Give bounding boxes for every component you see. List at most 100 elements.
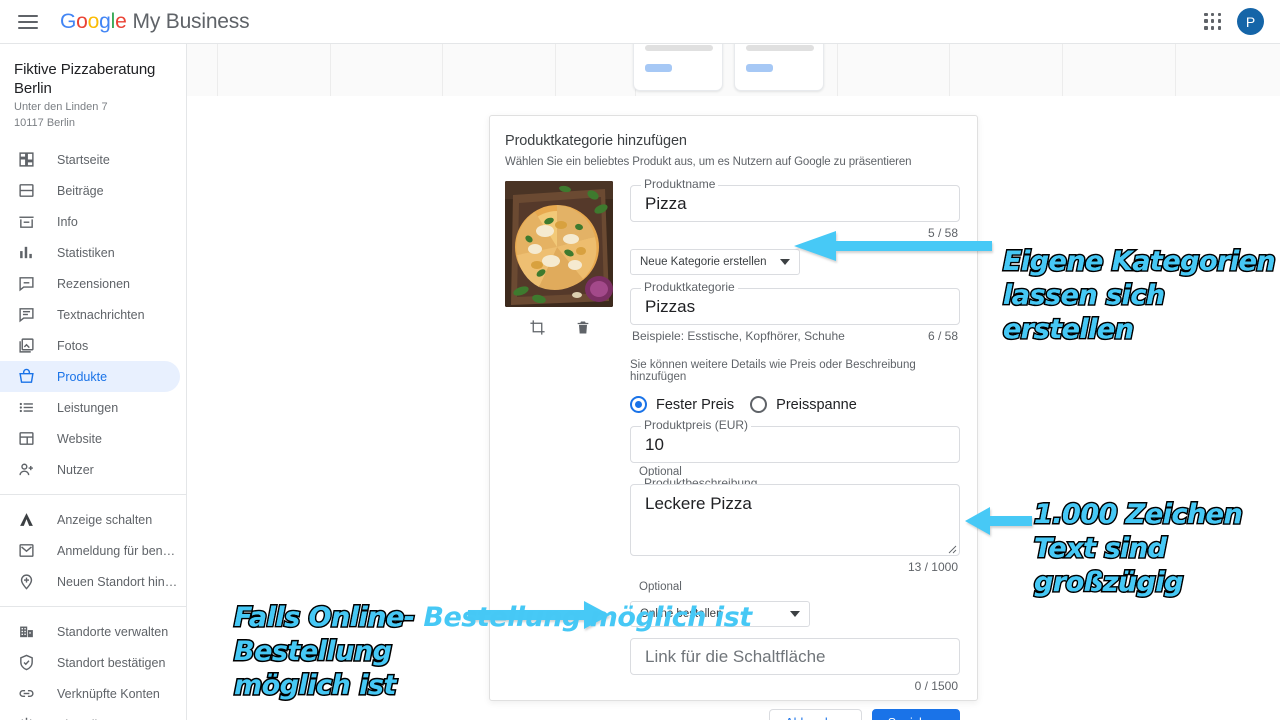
background-card xyxy=(734,44,824,91)
sidebar-item-anmeldung[interactable]: Anmeldung für benutzerdefini... xyxy=(0,535,180,566)
posts-icon xyxy=(17,181,36,200)
button-link-placeholder: Link für die Schaltfläche xyxy=(645,646,826,666)
gmail-envelope-icon xyxy=(17,541,36,560)
sidebar-item-nutzer[interactable]: Nutzer xyxy=(0,454,180,485)
sidebar-item-label: Standorte verwalten xyxy=(57,624,169,639)
annotation-line: erstellen xyxy=(1003,314,1134,345)
brand-logo: Google My Business xyxy=(60,10,250,34)
dialog-actions: Abbrechen Speichern xyxy=(630,709,960,720)
arrow-left-to-description-counter xyxy=(960,504,1032,538)
settings-gear-icon xyxy=(17,715,36,720)
sidebar-item-statistiken[interactable]: Statistiken xyxy=(0,237,180,268)
sidebar-item-label: Beiträge xyxy=(57,183,104,198)
sidebar-divider-1 xyxy=(0,494,186,495)
sidebar-item-anzeige-schalten[interactable]: Anzeige schalten xyxy=(0,504,180,535)
product-name-label: Produktname xyxy=(641,177,719,191)
dialog-subtitle: Wählen Sie ein beliebtes Produkt aus, um… xyxy=(505,156,912,168)
arrow-left-to-category-dropdown xyxy=(788,228,992,264)
sidebar-item-produkte[interactable]: Produkte xyxy=(0,361,180,392)
business-name: Fiktive Pizzaberatung Berlin xyxy=(14,61,156,97)
reviews-icon xyxy=(17,274,36,293)
product-image-thumbnail[interactable] xyxy=(505,181,613,307)
sidebar-item-verknuepfte-konten[interactable]: Verknüpfte Konten xyxy=(0,678,180,709)
sidebar-item-label: Verknüpfte Konten xyxy=(57,686,160,701)
product-category-label: Produktkategorie xyxy=(641,280,738,294)
product-image-column xyxy=(505,181,615,720)
business-address-line-2: 10117 Berlin xyxy=(14,117,75,129)
annotation-line: Bestellung xyxy=(232,635,393,669)
create-category-dropdown-label: Neue Kategorie erstellen xyxy=(640,256,767,268)
product-price-field[interactable]: Produktpreis (EUR) 10 xyxy=(630,418,960,463)
annotation-line: Eigene Kategorien xyxy=(1003,246,1276,277)
radio-indicator xyxy=(750,396,768,413)
product-name-field[interactable]: Produktname Pizza xyxy=(630,177,960,222)
manage-locations-building-icon xyxy=(17,622,36,641)
save-button[interactable]: Speichern xyxy=(871,709,960,720)
top-bar-right: P xyxy=(1203,8,1264,35)
sidebar-item-standorte-verwalten[interactable]: Standorte verwalten xyxy=(0,616,180,647)
verify-shield-check-icon xyxy=(17,653,36,672)
app-root: Google My Business P Fiktive Pizzaberatu… xyxy=(0,0,1280,720)
annotation-line: lassen sich xyxy=(1003,280,1165,311)
sidebar: Fiktive Pizzaberatung Berlin Unter den L… xyxy=(0,44,187,720)
services-list-icon xyxy=(17,398,36,417)
sidebar-item-einstellungen[interactable]: Einstellungen xyxy=(0,709,180,720)
product-description-counter: 13 / 1000 xyxy=(907,560,958,574)
annotation-line: möglich ist xyxy=(232,669,397,703)
linked-accounts-link-icon xyxy=(17,684,36,703)
store-info-icon xyxy=(17,212,36,231)
apps-grid-icon[interactable] xyxy=(1203,12,1223,32)
sidebar-item-website[interactable]: Website xyxy=(0,423,180,454)
trash-delete-icon[interactable] xyxy=(575,319,591,341)
create-category-dropdown[interactable]: Neue Kategorie erstellen xyxy=(630,249,800,275)
sidebar-item-label: Fotos xyxy=(57,338,89,353)
cancel-button[interactable]: Abbrechen xyxy=(769,709,862,720)
annotation-1000-characters-fill: 1.000 Zeichen Text sind großzügig xyxy=(1034,498,1280,600)
sidebar-item-label: Anzeige schalten xyxy=(57,512,153,527)
product-category-field[interactable]: Produktkategorie Pizzas xyxy=(630,280,960,325)
sidebar-item-rezensionen[interactable]: Rezensionen xyxy=(0,268,180,299)
photos-icon xyxy=(17,336,36,355)
annotation-line: Bestellung xyxy=(423,602,581,633)
resize-handle-icon[interactable] xyxy=(948,545,957,554)
button-link-field[interactable]: Link für die Schaltfläche xyxy=(630,638,960,675)
button-link-input[interactable]: Link für die Schaltfläche xyxy=(630,638,960,675)
product-description-helper-row: 13 / 1000 xyxy=(630,560,960,574)
optional-label-button: Optional xyxy=(639,581,682,593)
annotation-line: großzügig xyxy=(1034,567,1183,598)
avatar[interactable]: P xyxy=(1237,8,1264,35)
sidebar-item-fotos[interactable]: Fotos xyxy=(0,330,180,361)
sidebar-item-startseite[interactable]: Startseite xyxy=(0,144,180,175)
price-mode-radio-group: Fester Preis Preisspanne xyxy=(630,396,960,413)
radio-indicator xyxy=(630,396,647,413)
product-description-textarea[interactable]: Leckere Pizza xyxy=(630,484,960,556)
business-address-line-1: Unter den Linden 7 xyxy=(14,101,108,113)
background-card xyxy=(633,44,723,91)
sidebar-item-label: Nutzer xyxy=(57,462,94,477)
button-link-helper-row: 0 / 1500 xyxy=(630,679,960,693)
radio-fester-preis[interactable]: Fester Preis xyxy=(630,396,734,413)
annotation-line: Falls Online- xyxy=(234,602,415,633)
radio-fester-preis-label: Fester Preis xyxy=(656,396,735,413)
product-description-field[interactable]: Produktbeschreibung Leckere Pizza xyxy=(630,476,960,556)
product-category-counter: 6 / 58 xyxy=(927,329,958,343)
button-link-counter: 0 / 1500 xyxy=(914,679,958,693)
sidebar-item-textnachrichten[interactable]: Textnachrichten xyxy=(0,299,180,330)
sidebar-item-leistungen[interactable]: Leistungen xyxy=(0,392,180,423)
sidebar-item-neuen-standort[interactable]: Neuen Standort hinzufügen xyxy=(0,566,180,597)
product-price-label: Produktpreis (EUR) xyxy=(641,418,752,432)
annotation-custom-categories-fill: Eigene Kategorien lassen sich erstellen xyxy=(1003,245,1280,347)
sidebar-item-label: Rezensionen xyxy=(57,276,130,291)
chevron-down-icon xyxy=(790,611,800,617)
sidebar-item-beitraege[interactable]: Beiträge xyxy=(0,175,180,206)
radio-preisspanne[interactable]: Preisspanne xyxy=(750,396,857,413)
image-actions xyxy=(505,319,615,341)
sidebar-item-label: Textnachrichten xyxy=(57,307,145,322)
hamburger-menu-icon[interactable] xyxy=(18,14,38,29)
sidebar-item-label: Leistungen xyxy=(57,400,119,415)
sidebar-item-standort-bestaetigen[interactable]: Standort bestätigen xyxy=(0,647,180,678)
insights-bar-chart-icon xyxy=(17,243,36,262)
crop-icon[interactable] xyxy=(529,319,546,341)
detail-note: Sie können weitere Details wie Preis ode… xyxy=(630,359,916,383)
sidebar-item-info[interactable]: Info xyxy=(0,206,180,237)
